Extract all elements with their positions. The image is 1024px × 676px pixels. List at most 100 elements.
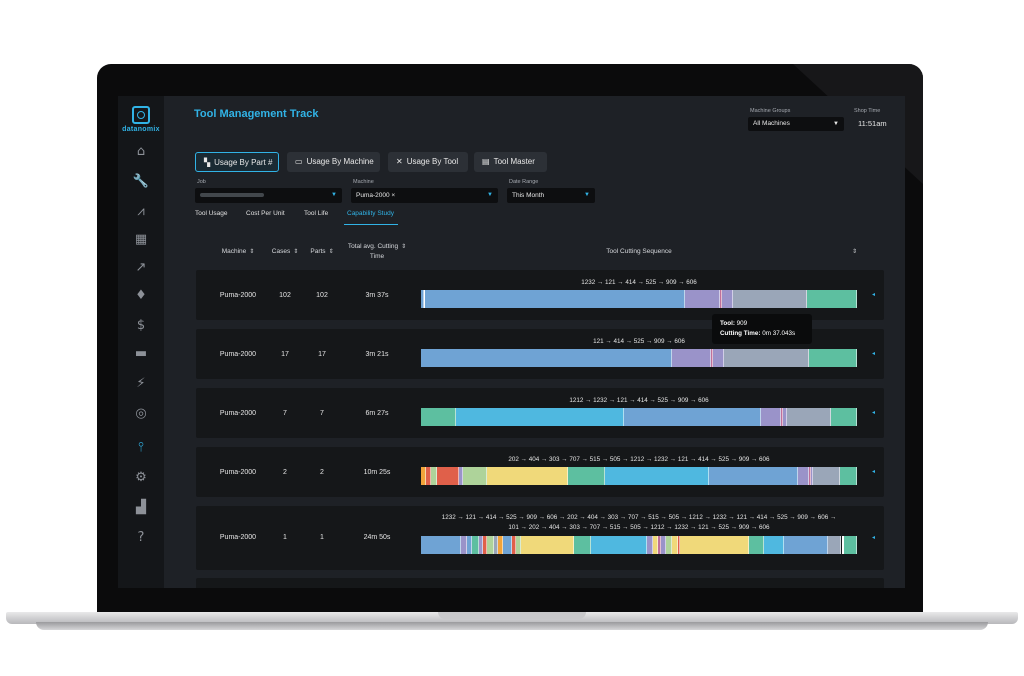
trend-icon[interactable]: ↗	[118, 258, 164, 278]
home-icon[interactable]: ⌂	[118, 142, 164, 162]
tab-usage-by-tool[interactable]: ✕ Usage By Tool	[388, 152, 468, 172]
tool-segment[interactable]	[713, 349, 724, 367]
award-icon[interactable]: ♦	[118, 286, 164, 306]
wrench-icon[interactable]: 🔧	[118, 172, 164, 192]
expand-row-icon[interactable]: ◂	[872, 291, 875, 298]
tool-segment[interactable]	[487, 467, 568, 485]
expand-row-icon[interactable]: ◂	[872, 350, 875, 357]
tool-segment[interactable]	[828, 536, 842, 554]
road-icon[interactable]: ⩘	[118, 202, 164, 222]
tool-segment[interactable]	[748, 536, 765, 554]
machine-select[interactable]: Puma-2000 × ▼	[351, 188, 498, 203]
page-title: Tool Management Track	[194, 108, 319, 120]
tool-sequence-bar[interactable]	[421, 467, 857, 485]
tool-segment[interactable]	[839, 467, 857, 485]
job-select[interactable]: ▼	[195, 188, 342, 203]
subtab-tool-usage[interactable]: Tool Usage	[195, 210, 228, 217]
header-cutting-time[interactable]: Total avg. Cutting ⇕ Time	[340, 242, 414, 262]
tool-segment[interactable]	[709, 467, 799, 485]
tool-segment[interactable]	[591, 536, 647, 554]
tool-segment[interactable]	[843, 536, 857, 554]
tool-icon[interactable]: ⫯	[118, 438, 164, 458]
tool-segment[interactable]	[623, 408, 762, 426]
tool-segment[interactable]	[724, 349, 810, 367]
chart-person-icon[interactable]: ⚡	[118, 374, 164, 394]
dollar-icon[interactable]: $	[118, 316, 164, 336]
cell-parts: 102	[316, 292, 328, 299]
tab-usage-by-machine[interactable]: ▭ Usage By Machine	[287, 152, 380, 172]
expand-row-icon[interactable]: ◂	[872, 534, 875, 541]
help-icon[interactable]: ?	[118, 528, 164, 548]
tool-segment[interactable]	[604, 467, 710, 485]
tool-segment[interactable]	[430, 467, 438, 485]
expand-row-icon[interactable]: ◂	[872, 409, 875, 416]
tool-segment[interactable]	[421, 408, 456, 426]
tool-segment[interactable]	[787, 408, 831, 426]
tool-segment[interactable]	[437, 467, 459, 485]
table-row[interactable]: Puma-2000 102 102 3m 37s 1232 → 121 → 414 → …	[196, 270, 884, 320]
header-sequence[interactable]: Tool Cutting Sequence	[421, 248, 857, 255]
tool-segment[interactable]	[761, 408, 781, 426]
header-sequence-sort[interactable]: ⇕	[846, 248, 860, 255]
tool-segment[interactable]	[684, 290, 720, 308]
tool-segment[interactable]	[646, 536, 654, 554]
tool-segment[interactable]	[806, 290, 857, 308]
puzzle-icon[interactable]: ▟	[118, 498, 164, 518]
tool-segment[interactable]	[567, 467, 605, 485]
tool-sequence-bar[interactable]	[421, 408, 857, 426]
tool-segment[interactable]	[425, 290, 685, 308]
tool-segment[interactable]	[783, 536, 829, 554]
sequence-text: 202 → 404 → 303 → 707 → 515 → 505 → 1212…	[508, 456, 770, 463]
search-gear-icon[interactable]: ◎	[118, 404, 164, 424]
tool-segment[interactable]	[665, 536, 673, 554]
tool-segment[interactable]	[830, 408, 857, 426]
tool-segment[interactable]	[421, 536, 461, 554]
tool-sequence-bar[interactable]	[421, 349, 857, 367]
tool-segment[interactable]	[671, 349, 711, 367]
logo[interactable]: datanomix	[118, 106, 164, 133]
expand-row-icon[interactable]: ◂	[872, 468, 875, 475]
tooltip-tool-label: Tool:	[720, 320, 735, 327]
machine-icon[interactable]: ▦	[118, 230, 164, 250]
table-row[interactable]: Puma-2000 2 2 10m 25s 202 → 404 → 303 → 707 …	[196, 447, 884, 497]
header-parts-label: Parts	[310, 248, 326, 255]
subtab-cost-per-unit[interactable]: Cost Per Unit	[246, 210, 285, 217]
tool-segment[interactable]	[471, 536, 479, 554]
table-row[interactable]: Puma-2000 1 1 24m 50s 1232 → 121 → 414 → 525…	[196, 506, 884, 570]
gear-icon[interactable]: ⚙	[118, 468, 164, 488]
machine-groups-select[interactable]: All Machines ▼	[748, 117, 844, 131]
tool-sequence-bar[interactable]	[421, 290, 857, 308]
subtab-tool-life[interactable]: Tool Life	[304, 210, 328, 217]
header-cases[interactable]: Cases ⇕	[268, 248, 302, 255]
tool-segment[interactable]	[573, 536, 592, 554]
tool-segment[interactable]	[460, 536, 468, 554]
tool-segment[interactable]	[520, 536, 574, 554]
tool-segment[interactable]	[487, 536, 495, 554]
tool-segment[interactable]	[813, 467, 840, 485]
app-screen: datanomix ⌂ 🔧 ⩘ ▦ ↗ ♦ $ ▬ ⚡ ◎ ⫯ ⚙ ▟? Tool Management…	[118, 96, 905, 588]
tool-segment[interactable]	[764, 536, 784, 554]
job-label: Job	[197, 179, 206, 185]
sort-icon: ⇕	[249, 248, 255, 255]
header-machine[interactable]: Machine ⇕	[208, 248, 268, 255]
header-time-line1: Total avg. Cutting	[347, 243, 399, 250]
subtab-capability-study[interactable]: Capability Study	[347, 210, 394, 217]
tool-segment[interactable]	[455, 408, 624, 426]
caret-down-icon: ▼	[487, 192, 493, 198]
tool-segment[interactable]	[463, 467, 488, 485]
tool-segment[interactable]	[679, 536, 749, 554]
tab-tool-master[interactable]: ▤ Tool Master	[474, 152, 547, 172]
tool-segment[interactable]	[502, 536, 512, 554]
header-parts[interactable]: Parts ⇕	[305, 248, 339, 255]
tool-segment[interactable]	[809, 349, 857, 367]
tool-segment[interactable]	[798, 467, 810, 485]
tool-sequence-bar[interactable]	[421, 536, 857, 554]
tool-segment[interactable]	[721, 290, 733, 308]
truck-icon[interactable]: ▬	[118, 344, 164, 364]
tool-segment[interactable]	[421, 349, 672, 367]
tab-usage-by-part[interactable]: ▚ Usage By Part #	[195, 152, 279, 172]
tool-segment[interactable]	[732, 290, 807, 308]
table-row[interactable]: Puma-2000 7 7 6m 27s 1212 → 1232 → 121 → 414…	[196, 388, 884, 438]
active-subtab-indicator	[344, 224, 398, 225]
date-range-select[interactable]: This Month ▼	[507, 188, 595, 203]
